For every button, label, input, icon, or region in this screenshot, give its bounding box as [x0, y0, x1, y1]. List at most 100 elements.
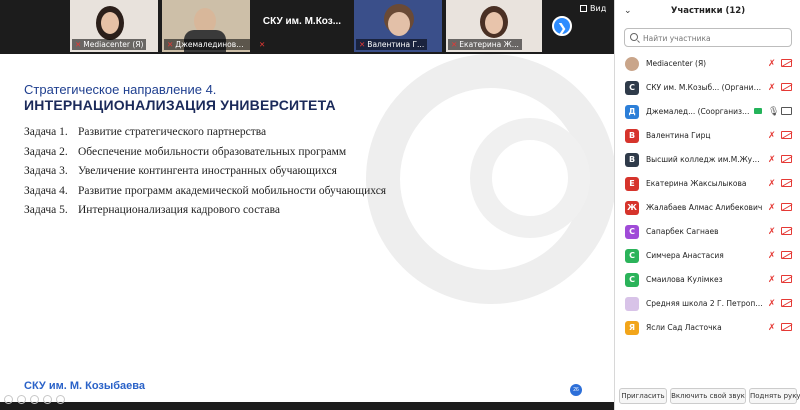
mic-muted-icon[interactable]: ✗: [768, 154, 776, 165]
next-slide-icon[interactable]: [56, 395, 65, 404]
participant-row[interactable]: С СКУ им. М.Козыб... (Организатор) ✗: [615, 76, 800, 100]
mic-muted-icon[interactable]: ✗: [768, 274, 776, 285]
invite-button[interactable]: Пригласить: [619, 388, 667, 404]
participant-row[interactable]: Ж Жалабаев Алмас Алибекович ✗: [615, 196, 800, 220]
task-item: Задача 1. Развитие стратегического партне…: [24, 126, 386, 146]
next-page-button[interactable]: ❯: [552, 16, 572, 36]
participant-row[interactable]: Я Ясли Сад Ласточка ✗: [615, 316, 800, 340]
participant-row[interactable]: Средняя школа 2 Г. Петропавл... ✗: [615, 292, 800, 316]
mic-on-icon[interactable]: 🎙: [768, 106, 779, 117]
video-tile-valentina[interactable]: ✕ Валентина Г...: [354, 0, 442, 52]
raise-hand-button[interactable]: Поднять руку: [749, 388, 800, 404]
unmute-button[interactable]: Включить свой звук: [670, 388, 746, 404]
video-off-icon[interactable]: [781, 227, 792, 235]
task-item: Задача 5. Интернационализация кадрового с…: [24, 204, 386, 224]
screen-share-icon: [754, 108, 762, 114]
mic-muted-icon[interactable]: ✗: [768, 226, 776, 237]
task-list: Задача 1. Развитие стратегического партне…: [24, 126, 386, 224]
mic-muted-icon[interactable]: ✗: [768, 130, 776, 141]
video-strip: ✕ Mediacenter (Я) ✕ Джемалединовы... СКУ и…: [0, 0, 614, 54]
participant-name: Жалабаев Алмас Алибекович: [646, 203, 763, 212]
participant-row[interactable]: С Смаилова Кулімкез ✗: [615, 268, 800, 292]
tile-title: СКУ им. М.Коз...: [262, 16, 342, 27]
tile-mic-indicator: ✕: [256, 39, 270, 50]
task-text: Обеспечение мобильности образовательных …: [78, 145, 347, 158]
zoom-icon[interactable]: [43, 395, 52, 404]
chevron-right-icon: ❯: [556, 21, 568, 35]
participant-name: Высший колледж им.М.Жумаба...: [646, 155, 764, 164]
video-on-icon[interactable]: [781, 107, 792, 115]
participants-header: ⌄ Участники (12): [615, 0, 800, 22]
slide-heading-line2: ИНТЕРНАЦИОНАЛИЗАЦИЯ УНИВЕРСИТЕТА: [24, 97, 336, 113]
task-number: Задача 5.: [24, 204, 68, 216]
avatar: Ж: [625, 201, 639, 215]
zoom-meeting-window: ✕ Mediacenter (Я) ✕ Джемалединовы... СКУ и…: [0, 0, 800, 410]
participant-row[interactable]: Е Екатерина Жаксылыкова ✗: [615, 172, 800, 196]
participant-row[interactable]: В Высший колледж им.М.Жумаба... ✗: [615, 148, 800, 172]
participant-row[interactable]: С Сапарбек Сагнаев ✗: [615, 220, 800, 244]
video-off-icon[interactable]: [781, 251, 792, 259]
mic-muted-icon[interactable]: ✗: [768, 322, 776, 333]
avatar: В: [625, 153, 639, 167]
video-off-icon[interactable]: [781, 83, 792, 91]
video-tile-ekaterina[interactable]: ✕ Екатерина Ж...: [446, 0, 542, 52]
logo-watermark-inner: [470, 118, 590, 238]
mic-muted-icon[interactable]: ✗: [768, 58, 776, 69]
participant-name: Валентина Гирц: [646, 131, 711, 140]
participant-name: Средняя школа 2 Г. Петропавл...: [646, 299, 764, 308]
avatar: С: [625, 273, 639, 287]
participant-row[interactable]: Mediacenter (Я) ✗: [615, 52, 800, 76]
task-text: Развитие стратегического партнерства: [78, 126, 267, 138]
tile-name-label: ✕ Екатерина Ж...: [448, 39, 522, 50]
avatar: [625, 57, 639, 71]
participant-search-input[interactable]: [643, 31, 788, 45]
video-tile-sku[interactable]: СКУ им. М.Коз... ✕: [254, 0, 350, 52]
task-number: Задача 2.: [24, 145, 68, 158]
task-text: Интернационализация кадрового состава: [78, 204, 280, 216]
participant-face: [485, 12, 503, 34]
meeting-area: ✕ Mediacenter (Я) ✕ Джемалединовы... СКУ и…: [0, 0, 614, 410]
task-text: Увеличение контингента иностранных обуча…: [78, 165, 337, 177]
participants-title: Участники (12): [670, 6, 746, 16]
mic-muted-icon: ✕: [451, 40, 458, 49]
video-off-icon[interactable]: [781, 155, 792, 163]
video-tile-dzhemaledinov[interactable]: ✕ Джемалединовы...: [162, 0, 250, 52]
pen-icon[interactable]: [30, 395, 39, 404]
mic-muted-icon[interactable]: ✗: [768, 298, 776, 309]
participant-row[interactable]: Д Джемалед... (Соорганизатор) 🎙: [615, 100, 800, 124]
tile-name-label: ✕ Джемалединовы...: [164, 39, 250, 50]
participants-actions: Пригласить Включить свой звук Поднять ру…: [615, 388, 800, 404]
mic-muted-icon[interactable]: ✗: [768, 250, 776, 261]
participant-face: [101, 12, 119, 34]
mic-muted-icon[interactable]: ✗: [768, 178, 776, 189]
participant-name: Ясли Сад Ласточка: [646, 323, 722, 332]
task-item: Задача 3. Увеличение контингента иностран…: [24, 165, 386, 185]
participant-row[interactable]: С Симчера Анастасия ✗: [615, 244, 800, 268]
pointer-icon[interactable]: [17, 395, 26, 404]
participant-row[interactable]: В Валентина Гирц ✗: [615, 124, 800, 148]
video-off-icon[interactable]: [781, 299, 792, 307]
avatar: С: [625, 81, 639, 95]
mic-muted-icon[interactable]: ✗: [768, 202, 776, 213]
video-off-icon[interactable]: [781, 131, 792, 139]
prev-slide-icon[interactable]: [4, 395, 13, 404]
slide-heading-line1: Стратегическое направление 4.: [24, 82, 217, 97]
task-number: Задача 4.: [24, 184, 68, 197]
video-tile-mediacenter[interactable]: ✕ Mediacenter (Я): [70, 0, 158, 52]
video-off-icon[interactable]: [781, 179, 792, 187]
mic-muted-icon[interactable]: ✗: [768, 82, 776, 93]
slide-footer-university: СКУ им. М. Козыбаева: [24, 380, 146, 392]
video-off-icon[interactable]: [781, 59, 792, 67]
shared-screen-slide: Стратегическое направление 4. ИНТЕРНАЦИО…: [0, 54, 614, 402]
participant-name: Джемалед... (Соорганизатор): [646, 107, 752, 116]
presentation-controls: [0, 392, 614, 410]
video-off-icon[interactable]: [781, 203, 792, 211]
video-off-icon[interactable]: [781, 323, 792, 331]
tile-name-label: ✕ Mediacenter (Я): [72, 39, 147, 50]
participant-search[interactable]: [624, 28, 792, 47]
view-switch-button[interactable]: Вид: [580, 4, 606, 13]
avatar: С: [625, 249, 639, 263]
participant-name: Симчера Анастасия: [646, 251, 724, 260]
video-off-icon[interactable]: [781, 275, 792, 283]
avatar: Д: [625, 105, 639, 119]
